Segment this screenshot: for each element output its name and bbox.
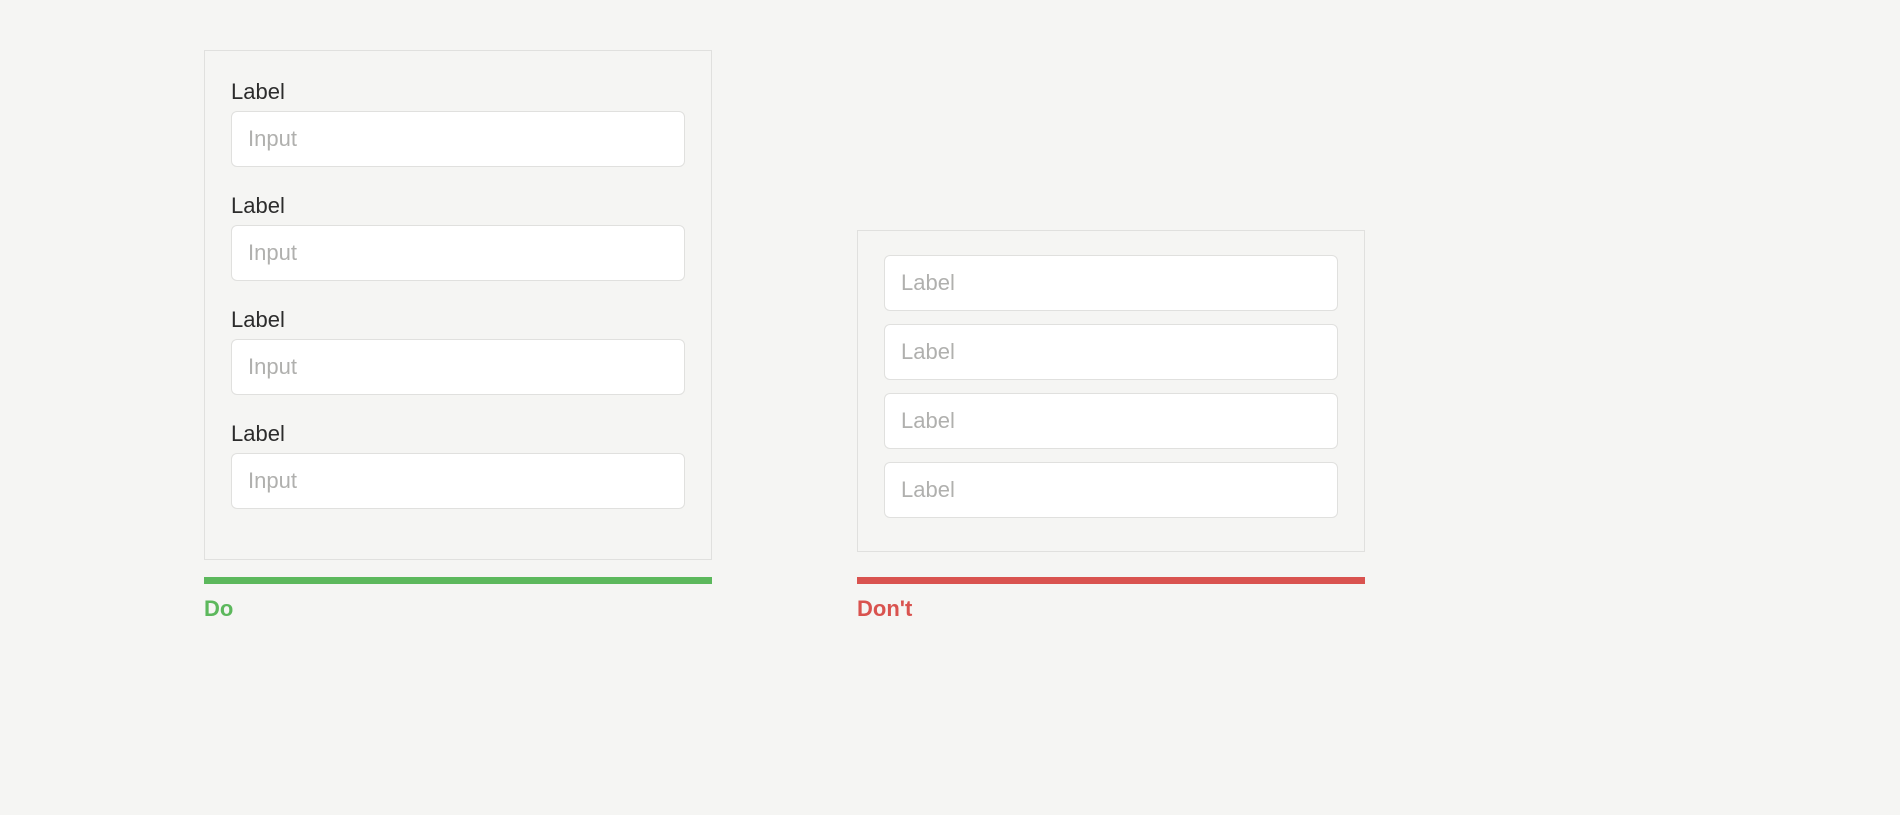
do-caption: Do	[204, 596, 233, 622]
text-input[interactable]	[231, 225, 685, 281]
dont-caption: Don't	[857, 596, 912, 622]
field-label: Label	[231, 307, 685, 333]
field-label: Label	[231, 79, 685, 105]
form-field-group: Label	[231, 79, 685, 167]
text-input[interactable]	[231, 453, 685, 509]
form-field-group: Label	[231, 193, 685, 281]
field-label: Label	[231, 193, 685, 219]
text-input[interactable]	[231, 339, 685, 395]
do-indicator-bar	[204, 577, 712, 584]
text-input[interactable]	[231, 111, 685, 167]
text-input-no-label[interactable]	[884, 393, 1338, 449]
form-field-group: Label	[231, 307, 685, 395]
text-input-no-label[interactable]	[884, 255, 1338, 311]
dont-example-panel	[857, 230, 1365, 552]
field-label: Label	[231, 421, 685, 447]
do-example-panel: Label Label Label Label	[204, 50, 712, 560]
text-input-no-label[interactable]	[884, 324, 1338, 380]
form-field-group: Label	[231, 421, 685, 509]
dont-indicator-bar	[857, 577, 1365, 584]
text-input-no-label[interactable]	[884, 462, 1338, 518]
